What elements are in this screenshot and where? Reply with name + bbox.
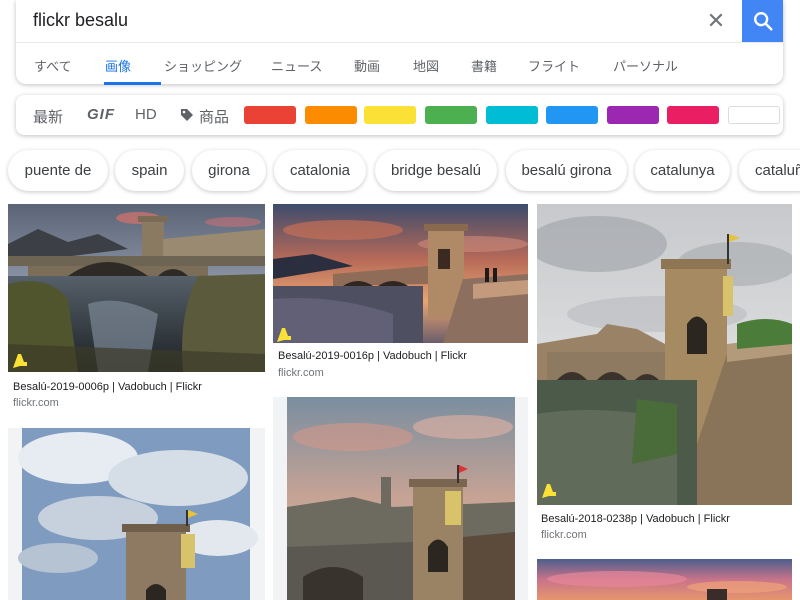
result-title[interactable]: Besalú-2019-0016p | Vadobuch | Flickr [278,350,467,362]
result-title[interactable]: Besalú-2018-0238p | Vadobuch | Flickr [541,513,730,525]
color-filter-swatch[interactable] [486,106,538,124]
color-filter-swatch[interactable] [728,106,780,124]
tab-shopping[interactable]: ショッピング [164,56,242,75]
tab-videos[interactable]: 動画 [354,56,380,75]
filter-gif[interactable]: GIF [87,106,115,123]
chip-puente-de[interactable]: puente de [8,150,108,191]
bridge-photo [8,204,265,372]
search-icon [753,12,773,31]
search-input[interactable]: flickr besalu [33,10,128,31]
filter-latest[interactable]: 最新 [33,106,63,127]
flickr-logo-icon [277,328,291,342]
result-image[interactable] [537,559,792,600]
filter-bar: 最新 GIF HD 商品 [16,95,783,135]
tab-personal[interactable]: パーソナル [613,56,678,75]
result-image[interactable] [8,428,265,600]
search-button[interactable] [742,0,783,42]
chip-catalunya[interactable]: catalunya [635,150,730,191]
chip-spain[interactable]: spain [115,150,184,191]
active-tab-indicator [104,82,161,85]
flickr-logo-icon [542,484,556,498]
sunset-bridge-photo [273,204,528,343]
color-filter-swatch[interactable] [364,106,416,124]
color-filter-swatch[interactable] [546,106,598,124]
tab-flights[interactable]: フライト [528,56,580,75]
result-image[interactable] [273,397,528,600]
tower-bridge-photo [537,204,792,505]
result-source: flickr.com [541,529,587,541]
filter-hd[interactable]: HD [135,106,157,123]
result-title[interactable]: Besalú-2019-0006p | Vadobuch | Flickr [13,381,202,393]
search-tabs: すべて 画像 ショッピング ニュース 動画 地図 書籍 フライト パーソナル [16,42,783,85]
tag-icon [181,109,193,121]
filter-products[interactable]: 商品 [199,106,229,127]
result-source: flickr.com [278,367,324,379]
result-image[interactable] [273,204,528,343]
tab-maps[interactable]: 地図 [413,56,439,75]
chip-catalonia[interactable]: catalonia [274,150,366,191]
tab-books[interactable]: 書籍 [471,56,497,75]
color-filter-swatch[interactable] [244,106,296,124]
close-icon[interactable]: ✕ [704,9,728,33]
cloudy-tower-photo [18,428,258,600]
color-filter-swatch[interactable] [667,106,719,124]
chip-bridge-besalu[interactable]: bridge besalú [375,150,497,191]
tab-images[interactable]: 画像 [105,56,131,75]
color-filter-swatch[interactable] [305,106,357,124]
result-source: flickr.com [13,397,59,409]
search-card: flickr besalu ✕ すべて 画像 ショッピング ニュース 動画 地図… [16,0,783,85]
color-filter-swatch[interactable] [607,106,659,124]
sunset-sky-photo [537,559,792,600]
chip-besalu-girona[interactable]: besalú girona [506,150,627,191]
search-bar[interactable]: flickr besalu ✕ [16,0,783,42]
chip-cataluna[interactable]: cataluñ [739,150,800,191]
hdr-town-photo [287,397,515,600]
tab-all[interactable]: すべて [34,56,72,75]
flickr-logo-icon [13,354,27,368]
chip-girona[interactable]: girona [192,150,266,191]
tab-news[interactable]: ニュース [271,56,322,75]
result-image[interactable] [8,204,265,372]
color-filter-swatch[interactable] [425,106,477,124]
result-image[interactable] [537,204,792,505]
